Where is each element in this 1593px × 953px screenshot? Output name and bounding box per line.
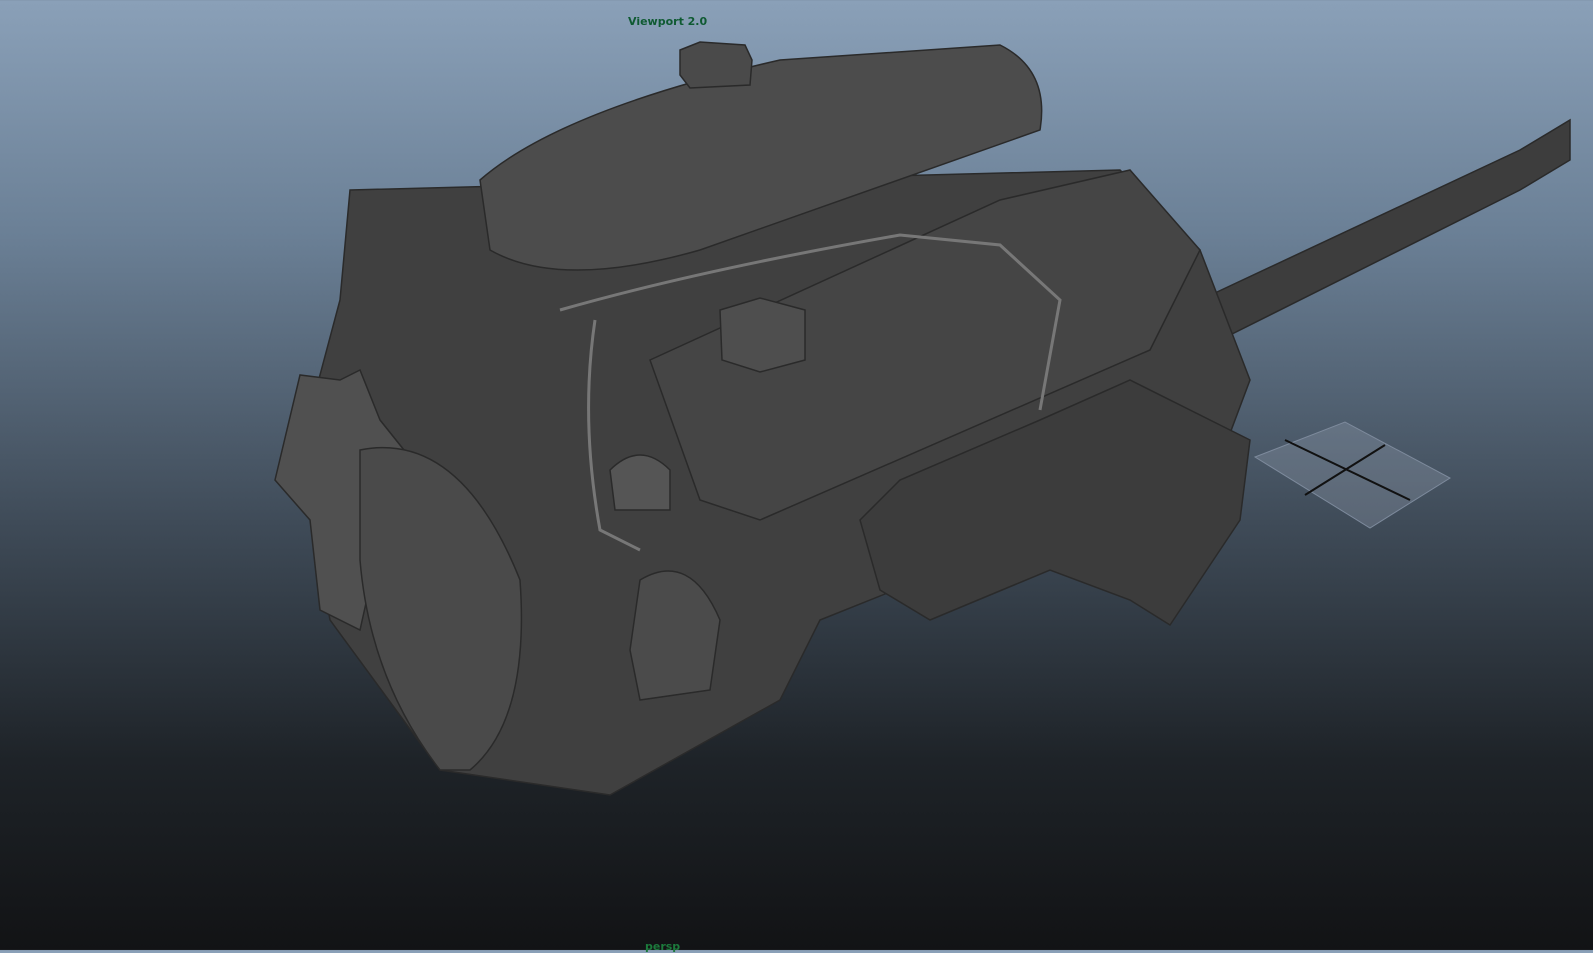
alternator: [609, 454, 671, 511]
engine-model[interactable]: [274, 41, 1571, 796]
oil-cap: [679, 41, 753, 89]
driveshaft: [1198, 118, 1571, 342]
breather-cap: [719, 297, 806, 373]
ground-grid: [1253, 421, 1451, 529]
viewport-canvas[interactable]: [0, 0, 1593, 950]
camera-name-label: persp: [645, 940, 681, 953]
